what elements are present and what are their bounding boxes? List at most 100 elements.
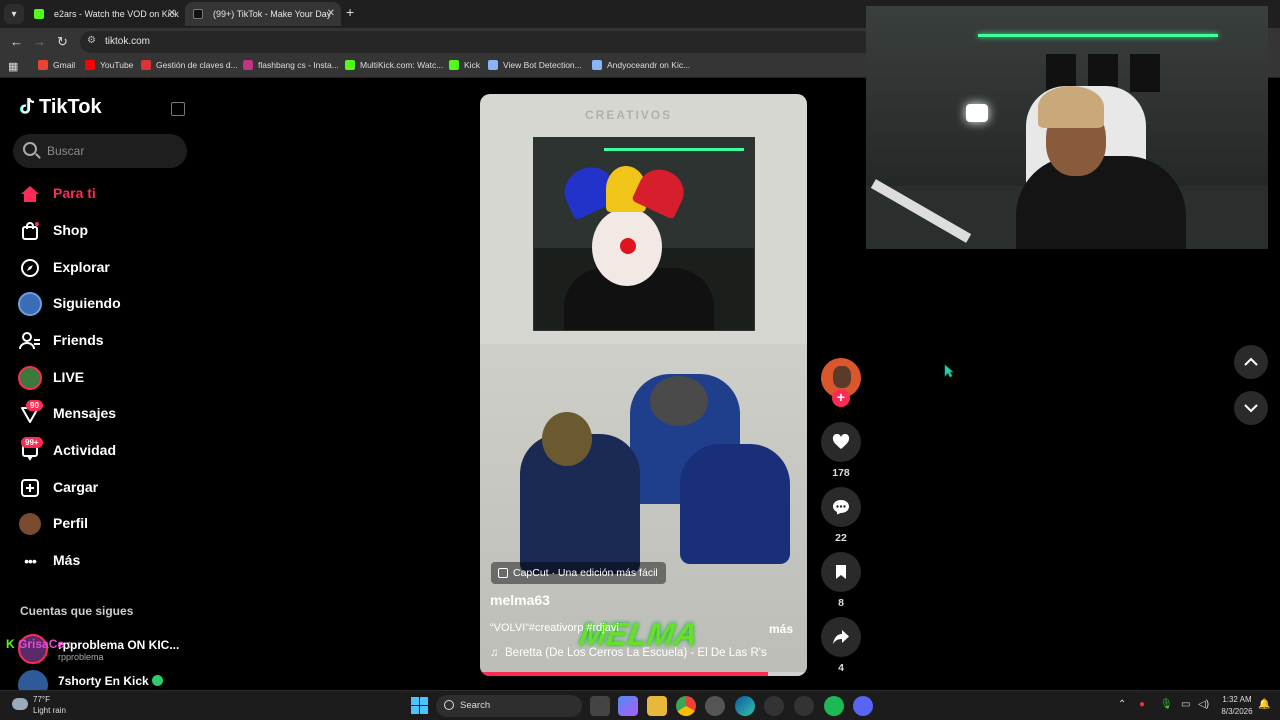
live-indicator-icon: [151, 675, 163, 686]
nav-mas[interactable]: ••• Más: [18, 547, 188, 575]
url-field[interactable]: ⚙ tiktok.com: [80, 31, 880, 53]
taskbar-clock[interactable]: 1:32 AM 8/3/2026: [1214, 694, 1260, 718]
close-tab-icon[interactable]: ✕: [168, 2, 176, 26]
url-text: tiktok.com: [105, 36, 151, 47]
tab-tiktok[interactable]: (99+) TikTok - Make Your Day ✕: [185, 2, 341, 26]
tab-kick-vod[interactable]: e2ars - Watch the VOD on Kick ✕: [26, 2, 182, 26]
site-info-icon[interactable]: ⚙: [87, 35, 96, 46]
nav-actividad[interactable]: 99+ Actividad: [18, 437, 188, 465]
kick-icon: [449, 60, 459, 70]
streamer-webcam-overlay: [866, 6, 1268, 249]
stream-chat-overlay: K GrisaCe :: [6, 637, 71, 651]
tab-search-menu-icon[interactable]: ▾: [4, 4, 24, 24]
nav-perfil[interactable]: Perfil: [18, 510, 188, 538]
video-progress-fill: [480, 672, 768, 676]
video-actions: + 178 22 8 4: [820, 358, 862, 678]
comment-icon: [833, 500, 849, 515]
network-icon[interactable]: ▭: [1181, 699, 1190, 710]
volume-icon[interactable]: ◁): [1198, 699, 1209, 710]
file-explorer-icon[interactable]: [647, 696, 667, 716]
bookmark-label: View Bot Detection...: [503, 60, 582, 70]
new-tab-button[interactable]: +: [346, 4, 354, 20]
nav-cargar[interactable]: Cargar: [18, 474, 188, 502]
taskbar-search-label: Search: [460, 700, 491, 711]
avatar-face: [833, 366, 851, 388]
bookmark-label: flashbang cs - Insta...: [258, 60, 339, 70]
bookmark-label: Gmail: [53, 60, 76, 70]
taskbar-search[interactable]: Search: [436, 695, 582, 717]
bookmark-youtube[interactable]: YouTube: [85, 60, 133, 70]
multikick-icon: [345, 60, 355, 70]
bookmark-label: Andyoceandr on Kic...: [607, 60, 691, 70]
tiktok-note-icon: [20, 97, 35, 114]
following-section-title: Cuentas que sigues: [20, 604, 134, 618]
nav-live[interactable]: LIVE: [18, 364, 188, 392]
video-music[interactable]: ♫ Beretta (De Los Cerros La Escuela) - E…: [490, 647, 767, 659]
video-player[interactable]: CREATIVOS CapCut · Una edición más fácil…: [480, 94, 807, 676]
follow-plus-button[interactable]: +: [832, 389, 850, 407]
bookmark-andyoceandr[interactable]: Andyoceandr on Kic...: [592, 60, 690, 70]
search-icon: [23, 142, 37, 156]
bookmark-gestion-claves[interactable]: Gestión de claves d...: [141, 60, 238, 70]
notification-bell-icon[interactable]: 🔔: [1258, 699, 1270, 710]
close-tab-icon[interactable]: ✕: [327, 2, 335, 26]
discord-icon[interactable]: [853, 696, 873, 716]
previous-video-button[interactable]: [1234, 345, 1268, 379]
reload-icon[interactable]: ↻: [57, 34, 68, 50]
nav-label: Cargar: [53, 479, 99, 495]
task-view-icon[interactable]: [590, 696, 610, 716]
edge-icon[interactable]: [735, 696, 755, 716]
bookmark-icon: [836, 565, 846, 579]
comment-button[interactable]: [821, 487, 861, 527]
nav-explorar[interactable]: Explorar: [18, 254, 188, 282]
nav-label: Más: [53, 552, 81, 568]
tiktok-favicon-icon: [193, 9, 203, 19]
weather-desc: Light rain: [33, 706, 66, 715]
microphone-icon[interactable]: 🎙: [1160, 699, 1173, 710]
bookmark-kick[interactable]: Kick: [449, 60, 480, 70]
nav-siguiendo[interactable]: Siguiendo: [18, 290, 188, 318]
nav-mensajes[interactable]: 90 Mensajes: [18, 400, 188, 428]
nav-friends[interactable]: Friends: [18, 327, 188, 355]
back-arrow-icon[interactable]: ←: [10, 34, 23, 49]
tab-title: (99+) TikTok - Make Your Day: [213, 9, 332, 19]
bookmark-flashbang[interactable]: flashbang cs - Insta...: [243, 60, 339, 70]
video-username[interactable]: melma63: [490, 592, 550, 608]
search-placeholder: Buscar: [47, 144, 85, 158]
collapse-sidebar-icon[interactable]: [171, 102, 185, 116]
settings-gear-icon[interactable]: [794, 696, 814, 716]
tray-chevron-up-icon[interactable]: ⌃: [1118, 699, 1126, 710]
windows-start-icon[interactable]: [411, 697, 428, 714]
bookmark-view-bot[interactable]: View Bot Detection...: [488, 60, 582, 70]
bookmark-label: MultiKick.com: Watc...: [360, 60, 444, 70]
forward-arrow-icon[interactable]: →: [33, 34, 46, 49]
nav-para-ti[interactable]: Para ti: [18, 180, 188, 208]
music-note-icon: ♫: [490, 647, 499, 659]
bot-icon: [592, 60, 602, 70]
video-progress-bar[interactable]: [480, 672, 807, 676]
tiktok-sidebar: TikTok Buscar Para ti Shop Explorar Sigu…: [0, 78, 200, 700]
share-button[interactable]: [821, 617, 861, 657]
chrome-icon[interactable]: [676, 696, 696, 716]
description-more-link[interactable]: más: [769, 622, 793, 636]
spotify-icon[interactable]: [824, 696, 844, 716]
clown-nose: [620, 238, 636, 254]
apps-grid-icon[interactable]: ▦: [8, 60, 18, 73]
bookmark-gmail[interactable]: Gmail: [38, 60, 75, 70]
bookmark-multikick[interactable]: MultiKick.com: Watc...: [345, 60, 443, 70]
capcut-chip[interactable]: CapCut · Una edición más fácil: [491, 562, 666, 584]
app-icon[interactable]: [705, 696, 725, 716]
search-input[interactable]: Buscar: [13, 134, 187, 168]
nav-shop[interactable]: Shop: [18, 217, 188, 245]
next-video-button[interactable]: [1234, 391, 1268, 425]
obs-icon[interactable]: [764, 696, 784, 716]
tiktok-logo[interactable]: TikTok: [20, 96, 102, 119]
tray-app-icon[interactable]: ●: [1139, 699, 1145, 710]
heart-icon: [832, 434, 850, 449]
friends-icon: [18, 330, 42, 352]
capcut-icon: [498, 568, 508, 578]
copilot-icon[interactable]: [618, 696, 638, 716]
save-button[interactable]: [821, 552, 861, 592]
compass-icon: [18, 257, 42, 279]
like-button[interactable]: [821, 422, 861, 462]
